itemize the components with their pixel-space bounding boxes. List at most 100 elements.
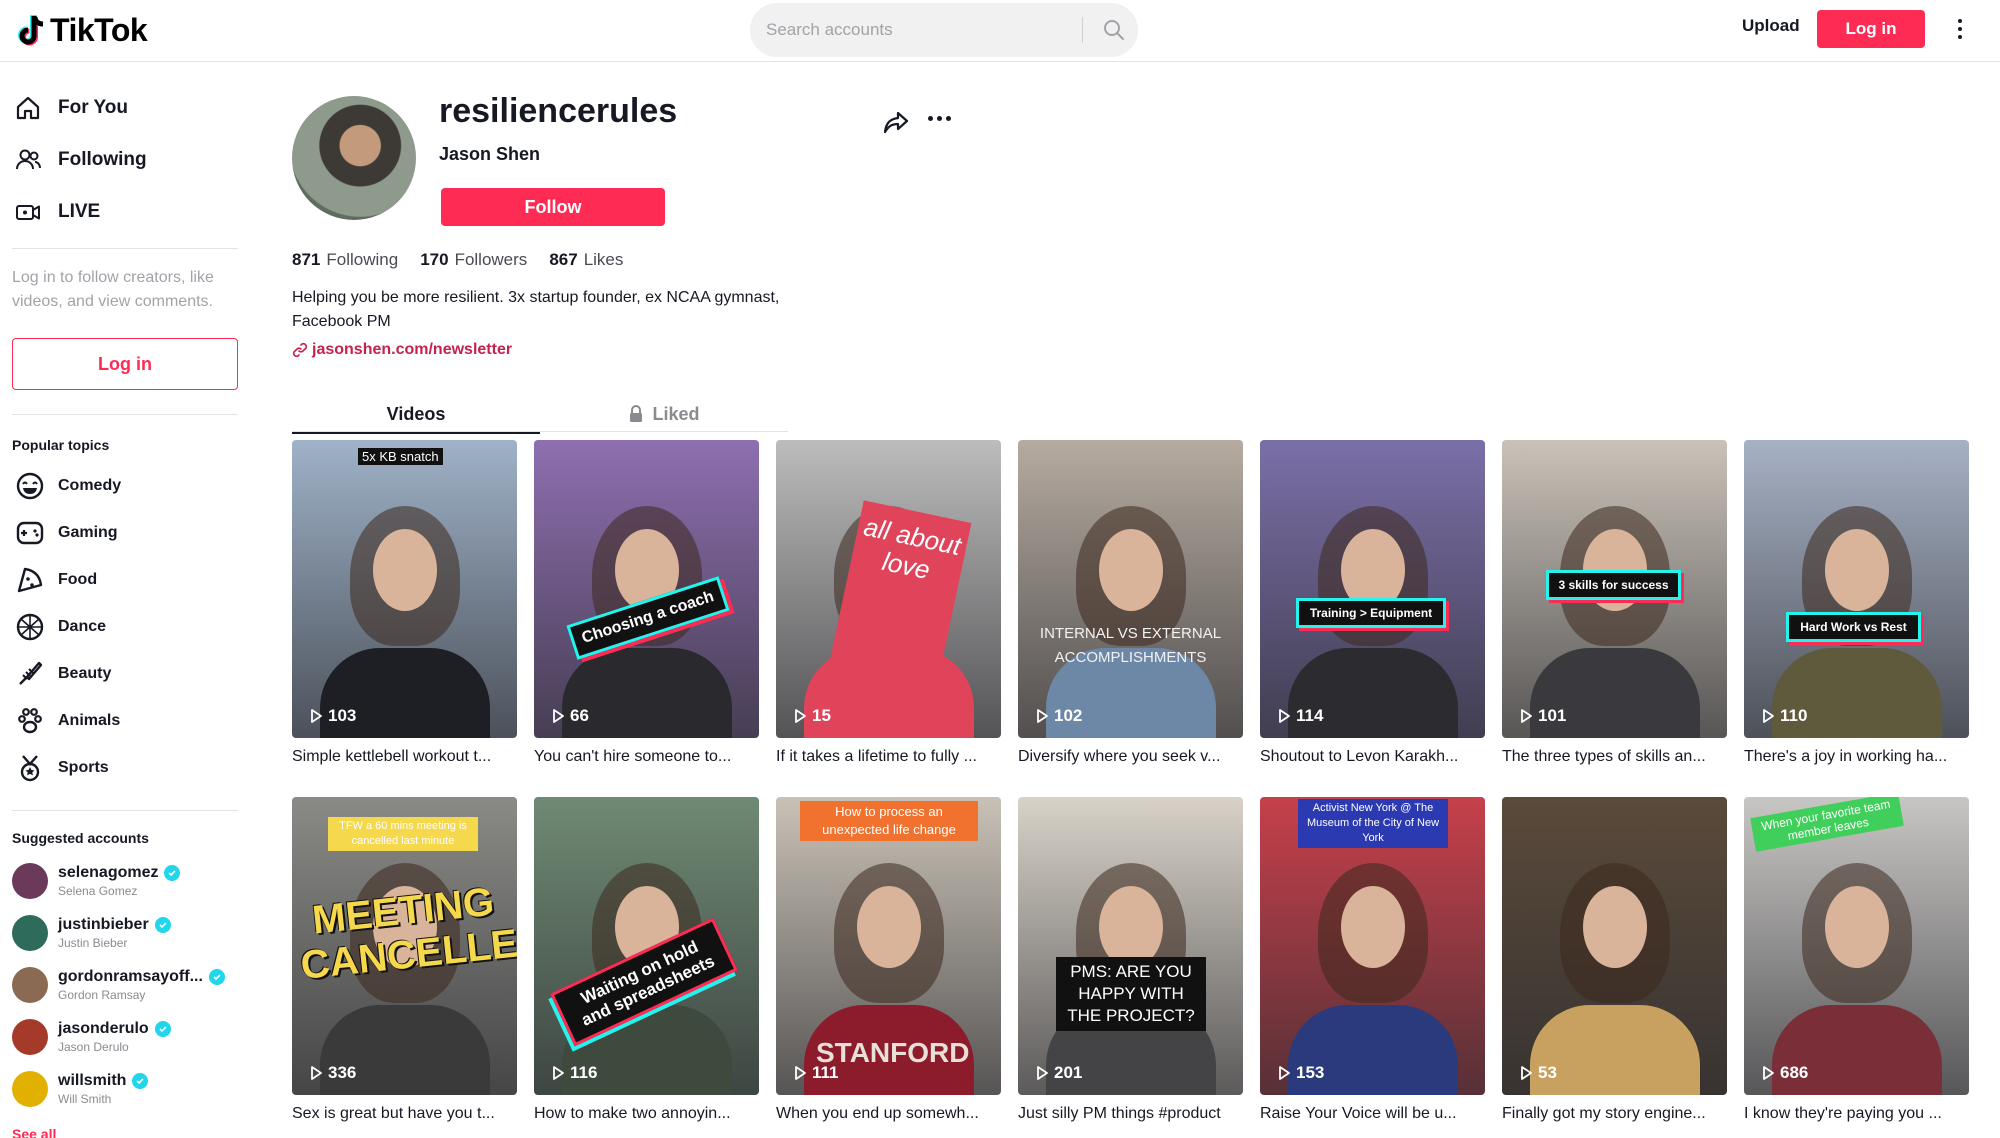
- tiktok-logo[interactable]: TikTok: [16, 12, 148, 49]
- sidebar-login-button[interactable]: Log in: [12, 338, 238, 390]
- suggested-account[interactable]: willsmith Will Smith: [12, 1071, 149, 1107]
- video-caption[interactable]: Diversify where you seek v...: [1018, 746, 1243, 768]
- topic-gaming[interactable]: Gaming: [14, 517, 118, 549]
- video-card[interactable]: 3 skills for success 101 The three types o…: [1502, 440, 1727, 768]
- suggested-account[interactable]: gordonramsayoff... Gordon Ramsay: [12, 967, 225, 1003]
- profile-tabs: Videos Liked: [292, 396, 788, 434]
- video-card[interactable]: Choosing a coach 66 You can't hire someone…: [534, 440, 759, 768]
- sidebar-item-live[interactable]: LIVE: [14, 198, 100, 226]
- video-card[interactable]: TFW a 60 mins meeting is cancelled last …: [292, 797, 517, 1125]
- profile-link[interactable]: jasonshen.com/newsletter: [292, 341, 512, 359]
- video-card[interactable]: INTERNAL VS EXTERNAL ACCOMPLISHMENTS 102 D…: [1018, 440, 1243, 768]
- video-thumbnail[interactable]: Waiting on hold and spreadsheets 116: [534, 797, 759, 1095]
- suggested-account[interactable]: jasonderulo Jason Derulo: [12, 1019, 171, 1055]
- video-thumbnail[interactable]: 53: [1502, 797, 1727, 1095]
- following-label: Following: [326, 250, 399, 269]
- food-icon: [14, 564, 46, 596]
- video-card[interactable]: 5x KB snatch 103 Simple kettlebell workout…: [292, 440, 517, 768]
- sidebar-item-label: For You: [58, 97, 129, 118]
- video-caption[interactable]: The three types of skills an...: [1502, 746, 1727, 768]
- play-count: 53: [1518, 1063, 1557, 1083]
- video-caption[interactable]: Just silly PM things #product: [1018, 1103, 1243, 1125]
- sidebar-item-following[interactable]: Following: [14, 146, 147, 174]
- play-count: 336: [308, 1063, 356, 1083]
- follow-button[interactable]: Follow: [441, 188, 665, 226]
- video-thumbnail[interactable]: INTERNAL VS EXTERNAL ACCOMPLISHMENTS 102: [1018, 440, 1243, 738]
- video-caption[interactable]: Sex is great but have you t...: [292, 1103, 517, 1125]
- video-thumbnail[interactable]: PMS: ARE YOU HAPPY WITH THE PROJECT? 201: [1018, 797, 1243, 1095]
- video-thumbnail[interactable]: Activist New York @ The Museum of the Ci…: [1260, 797, 1485, 1095]
- play-count: 201: [1034, 1063, 1082, 1083]
- share-icon[interactable]: [882, 108, 910, 136]
- video-overlay-text: When your favorite team member leaves: [1750, 797, 1904, 852]
- tab-label: Liked: [652, 403, 700, 424]
- play-icon: [1763, 1066, 1774, 1080]
- likes-label: Likes: [583, 250, 624, 269]
- topic-label: Dance: [58, 618, 107, 635]
- video-caption[interactable]: There's a joy in working ha...: [1744, 746, 1969, 768]
- video-thumbnail[interactable]: Choosing a coach 66: [534, 440, 759, 738]
- video-overlay-text: Training > Equipment: [1296, 598, 1446, 628]
- video-thumbnail[interactable]: Hard Work vs Rest 110: [1744, 440, 1969, 738]
- video-thumbnail[interactable]: How to process an unexpected life change…: [776, 797, 1001, 1095]
- video-card[interactable]: Waiting on hold and spreadsheets 116 How t…: [534, 797, 759, 1125]
- video-thumbnail[interactable]: Training > Equipment 114: [1260, 440, 1485, 738]
- video-caption[interactable]: When you end up somewh...: [776, 1103, 1001, 1125]
- video-caption[interactable]: Shoutout to Levon Karakh...: [1260, 746, 1485, 768]
- play-icon: [311, 709, 322, 723]
- video-thumbnail[interactable]: TFW a 60 mins meeting is cancelled last …: [292, 797, 517, 1095]
- top-header: TikTok Upload Log in: [0, 0, 2000, 62]
- topic-label: Gaming: [58, 524, 118, 541]
- suggested-account[interactable]: selenagomez Selena Gomez: [12, 863, 181, 899]
- suggested-account[interactable]: justinbieber Justin Bieber: [12, 915, 171, 951]
- video-caption[interactable]: Finally got my story engine...: [1502, 1103, 1727, 1125]
- video-caption[interactable]: Raise Your Voice will be u...: [1260, 1103, 1485, 1125]
- video-caption[interactable]: Simple kettlebell workout t...: [292, 746, 517, 768]
- header-login-button[interactable]: Log in: [1817, 10, 1925, 48]
- followers-stat: 170 Followers: [420, 250, 527, 270]
- suggested-accounts-title: Suggested accounts: [12, 830, 149, 846]
- tab-liked[interactable]: Liked: [540, 396, 788, 432]
- play-icon: [1037, 709, 1048, 723]
- topic-comedy[interactable]: Comedy: [14, 470, 121, 502]
- account-username: selenagomez: [58, 864, 159, 881]
- video-card[interactable]: Training > Equipment 114 Shoutout to Levon…: [1260, 440, 1485, 768]
- topic-animals[interactable]: Animals: [14, 705, 120, 737]
- video-card[interactable]: 53 Finally got my story engine...: [1502, 797, 1727, 1125]
- verified-icon: [154, 917, 171, 933]
- more-options-icon[interactable]: [1950, 14, 1970, 44]
- play-icon: [1763, 709, 1774, 723]
- profile-more-icon[interactable]: [928, 116, 951, 121]
- search-button[interactable]: [1090, 3, 1138, 57]
- video-subject-face: [1098, 529, 1163, 612]
- video-thumbnail[interactable]: When your favorite team member leaves 686: [1744, 797, 1969, 1095]
- topic-sports[interactable]: Sports: [14, 752, 109, 784]
- video-card[interactable]: all about love 15 If it takes a lifetime t…: [776, 440, 1001, 768]
- video-caption[interactable]: You can't hire someone to...: [534, 746, 759, 768]
- video-caption[interactable]: How to make two annoyin...: [534, 1103, 759, 1125]
- video-caption[interactable]: I know they're paying you ...: [1744, 1103, 1969, 1125]
- video-thumbnail[interactable]: all about love 15: [776, 440, 1001, 738]
- upload-link[interactable]: Upload: [1742, 16, 1800, 36]
- video-card[interactable]: Activist New York @ The Museum of the Ci…: [1260, 797, 1485, 1125]
- tab-videos[interactable]: Videos: [292, 396, 540, 434]
- see-all-link[interactable]: See all: [12, 1126, 56, 1138]
- topic-dance[interactable]: Dance: [14, 611, 106, 643]
- avatar: [12, 967, 48, 1003]
- search-input[interactable]: [766, 3, 1076, 57]
- video-card[interactable]: When your favorite team member leaves 686…: [1744, 797, 1969, 1125]
- video-thumbnail[interactable]: 5x KB snatch 103: [292, 440, 517, 738]
- video-caption[interactable]: If it takes a lifetime to fully ...: [776, 746, 1001, 768]
- play-count-value: 103: [328, 706, 357, 725]
- play-icon: [795, 1066, 806, 1080]
- sidebar-item-for-you[interactable]: For You: [14, 94, 128, 122]
- video-card[interactable]: Hard Work vs Rest 110 There's a joy in wor…: [1744, 440, 1969, 768]
- play-count-value: 101: [1538, 706, 1567, 725]
- play-icon: [553, 709, 564, 723]
- play-count: 111: [792, 1063, 839, 1083]
- video-card[interactable]: PMS: ARE YOU HAPPY WITH THE PROJECT? 201 J…: [1018, 797, 1243, 1125]
- topic-beauty[interactable]: Beauty: [14, 658, 111, 690]
- video-thumbnail[interactable]: 3 skills for success 101: [1502, 440, 1727, 738]
- video-card[interactable]: How to process an unexpected life change…: [776, 797, 1001, 1125]
- topic-food[interactable]: Food: [14, 564, 97, 596]
